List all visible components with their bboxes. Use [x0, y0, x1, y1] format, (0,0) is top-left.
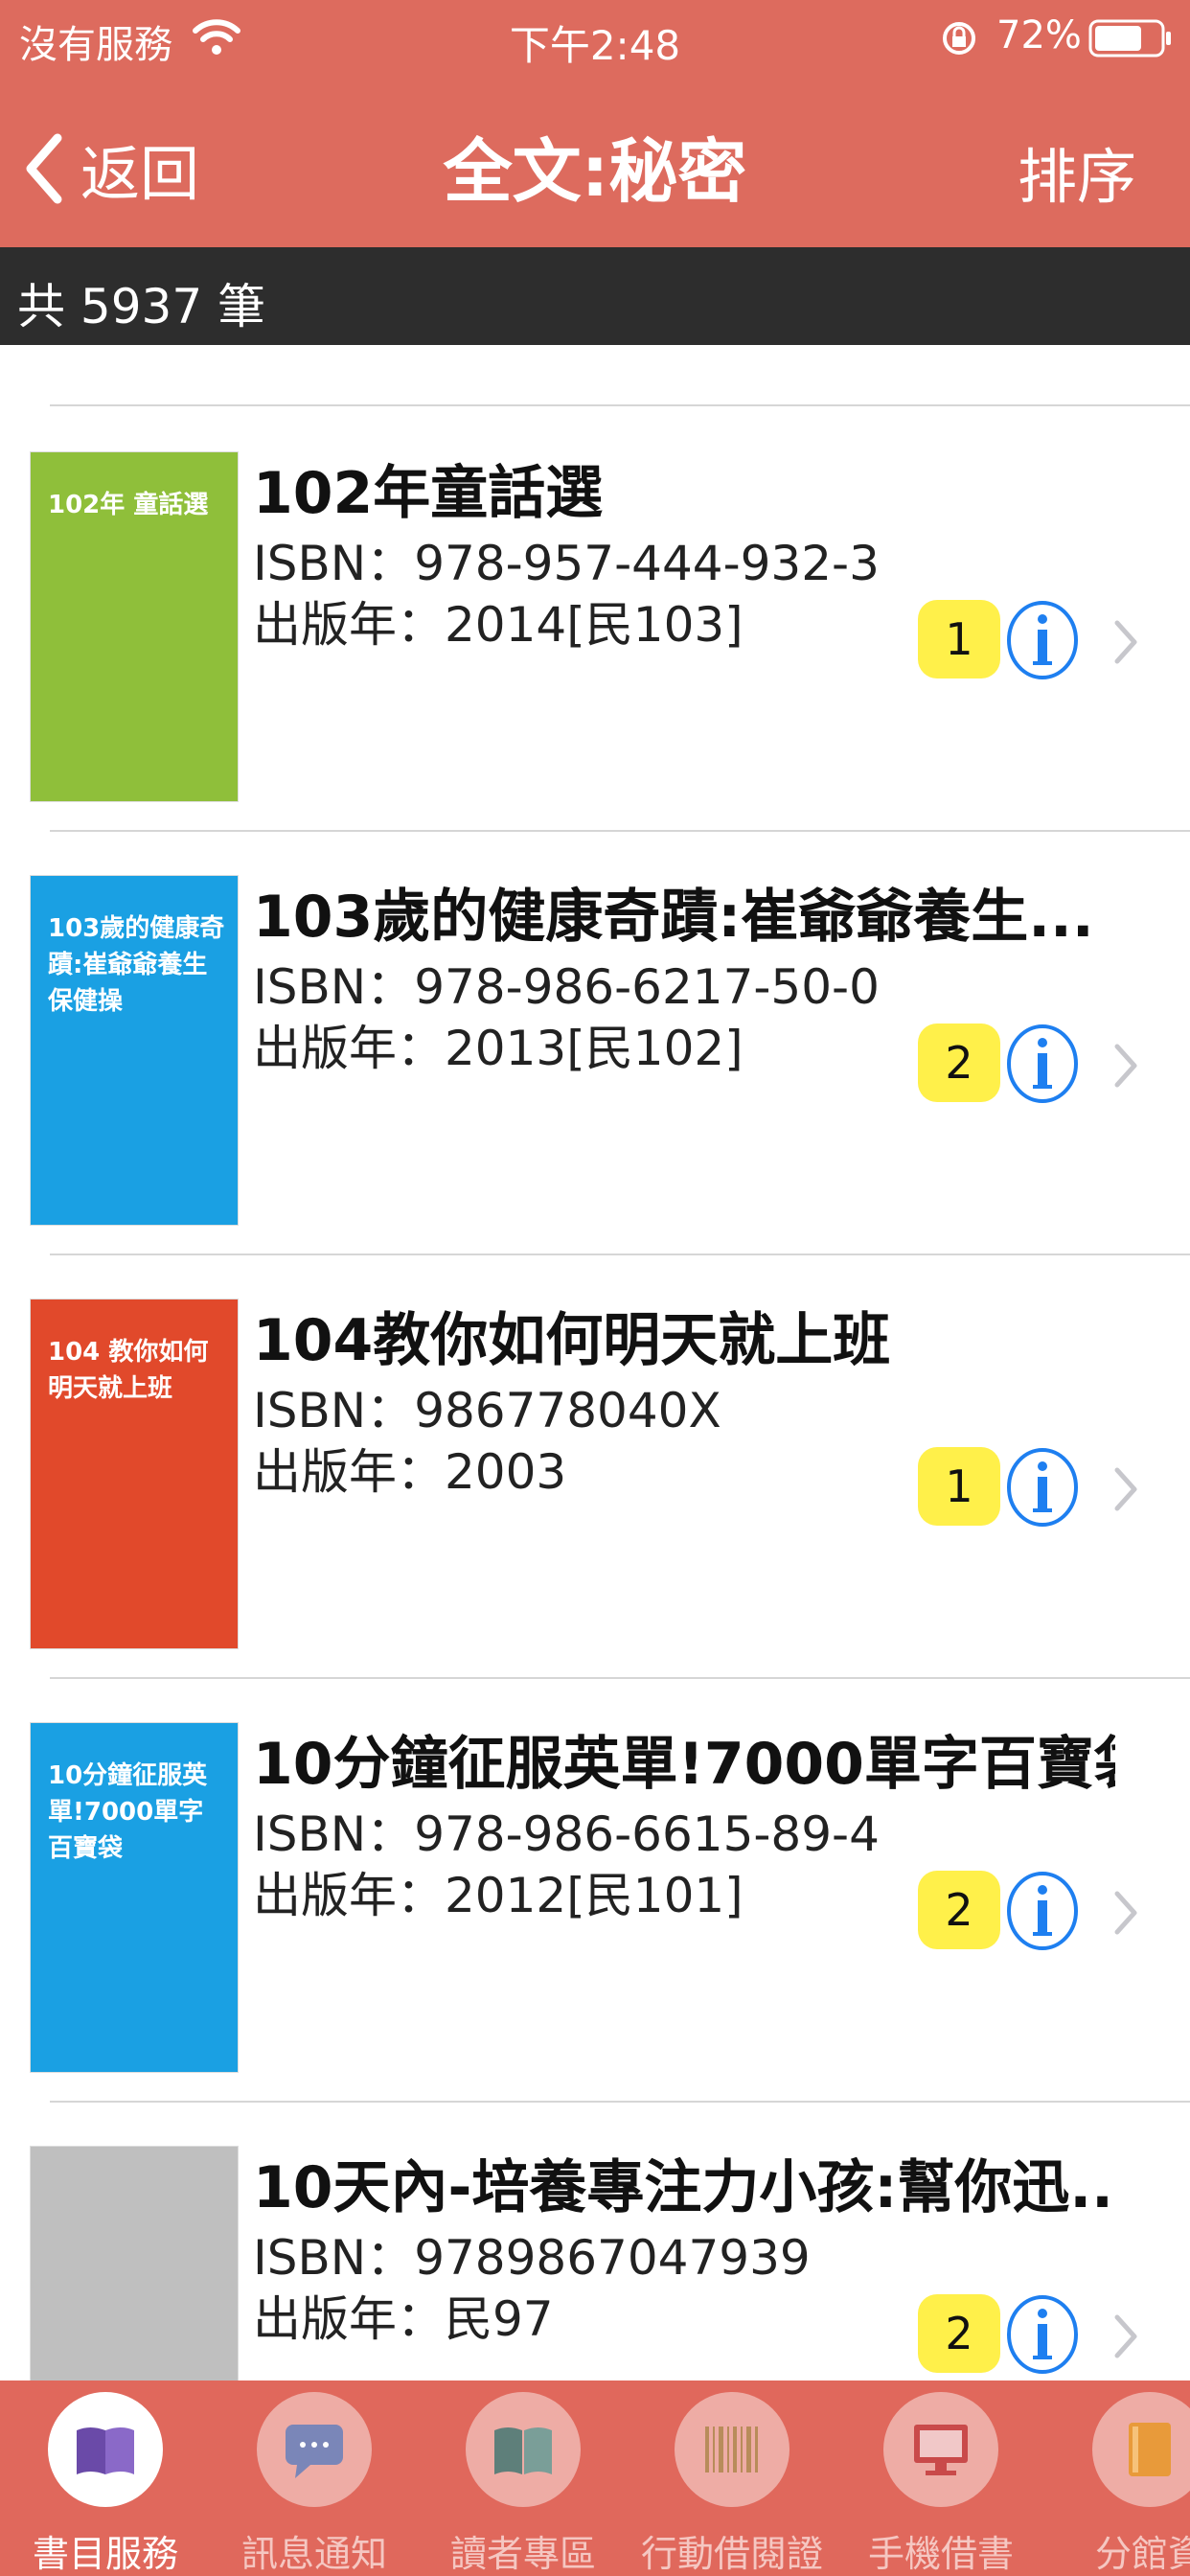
info-icon[interactable]: [1004, 1869, 1081, 1953]
book-cover: 104 教你如何 明天就上班: [31, 1300, 238, 1648]
chevron-right-icon: [1114, 1891, 1137, 1935]
open-book-icon: [494, 2427, 552, 2474]
book-isbn: ISBN：978-986-6217-50-0: [253, 959, 880, 1015]
book-isbn: ISBN：978-986-6615-89-4: [253, 1806, 880, 1862]
book-row[interactable]: 104 教你如何 明天就上班 104教你如何明天就上班 ISBN：9867780…: [0, 1254, 1190, 1677]
chevron-right-icon: [1114, 2314, 1137, 2358]
book-row[interactable]: 10分鐘征服英單!7000單字百寶袋 10分鐘征服英單!7000單字百寶袋 IS…: [0, 1677, 1190, 2101]
holdings-count-badge: 1: [918, 1447, 1000, 1526]
tab-icon-circle: [466, 2392, 581, 2507]
tab-monitor[interactable]: 手機借書: [835, 2380, 1046, 2576]
book-row[interactable]: 102年 童話選 102年童話選 ISBN：978-957-444-932-3 …: [0, 406, 1190, 830]
book-isbn: ISBN：9789867047939: [253, 2230, 811, 2286]
book-title: 10天內-培養專注力小孩:幫你迅...: [253, 2154, 1115, 2221]
screen: 沒有服務 下午2:48 72% 返回 全文:秘密 排序 共 5937 筆 102…: [0, 0, 1190, 2576]
holdings-count-badge: 2: [918, 1871, 1000, 1949]
tab-icon-circle: [257, 2392, 372, 2507]
tab-barcode[interactable]: 行動借閱證: [627, 2380, 837, 2576]
tab-icon-circle: [675, 2392, 790, 2507]
tab-message[interactable]: 訊息通知: [209, 2380, 420, 2576]
chevron-right-icon: [1114, 1467, 1137, 1511]
chevron-right-icon: [1114, 1044, 1137, 1088]
cover-text: 103歲的健康奇蹟:崔爺爺養生保健操: [48, 914, 225, 1016]
book-icon: [77, 2427, 134, 2474]
info-icon[interactable]: [1004, 598, 1081, 682]
book-cover: 102年 童話選: [31, 452, 238, 801]
tab-icon-circle: [883, 2392, 998, 2507]
battery-percent: 72%: [996, 13, 1082, 58]
orientation-lock-icon: [943, 22, 975, 55]
info-icon[interactable]: [1004, 1445, 1081, 1530]
holdings-count-badge: 1: [918, 600, 1000, 678]
info-icon[interactable]: [1004, 2292, 1081, 2377]
branch-book-icon: [1129, 2423, 1171, 2476]
book-title: 103歲的健康奇蹟:崔爺爺養生...: [253, 884, 1094, 951]
header: 沒有服務 下午2:48 72% 返回 全文:秘密 排序: [0, 0, 1190, 247]
tab-book[interactable]: 書目服務: [0, 2380, 211, 2576]
monitor-icon: [914, 2425, 968, 2475]
result-count-bar: 共 5937 筆: [0, 247, 1190, 345]
cover-text: 104 教你如何 明天就上班: [48, 1338, 209, 1403]
holdings-count-badge: 2: [918, 1024, 1000, 1102]
tab-label: 書目服務: [32, 2533, 178, 2575]
book-title: 102年童話選: [253, 460, 604, 527]
book-cover: 10分鐘征服英單!7000單字百寶袋: [31, 1723, 238, 2072]
cover-text: 10分鐘征服英單!7000單字百寶袋: [48, 1761, 208, 1863]
book-cover: 103歲的健康奇蹟:崔爺爺養生保健操: [31, 876, 238, 1225]
result-count: 共 5937 筆: [17, 279, 266, 334]
tab-label: 讀者專區: [449, 2533, 596, 2575]
book-title: 10分鐘征服英單!7000單字百寶袋: [253, 1731, 1115, 1798]
tab-label: 行動借閱證: [640, 2533, 823, 2575]
tab-label: 手機借書: [867, 2533, 1014, 2575]
holdings-count-badge: 2: [918, 2294, 1000, 2373]
tab-label: 訊息通知: [240, 2533, 387, 2575]
tab-label: 分館資: [1094, 2533, 1190, 2575]
book-row[interactable]: 103歲的健康奇蹟:崔爺爺養生保健操 103歲的健康奇蹟:崔爺爺養生... IS…: [0, 830, 1190, 1254]
tab-open-book[interactable]: 讀者專區: [418, 2380, 629, 2576]
message-icon: [286, 2425, 343, 2478]
sort-button[interactable]: 排序: [1018, 128, 1136, 215]
book-isbn: ISBN：986778040X: [253, 1383, 721, 1438]
tab-bar: 書目服務 訊息通知 讀者專區 行動借閱證 手機借書 分館資: [0, 2380, 1190, 2576]
tab-icon-circle: [48, 2392, 163, 2507]
tab-branch-book[interactable]: 分館資: [1044, 2380, 1190, 2576]
barcode-icon: [705, 2426, 758, 2472]
page-title: 全文:秘密: [443, 131, 747, 212]
book-title: 104教你如何明天就上班: [253, 1307, 891, 1374]
navigation-bar: 返回 全文:秘密 排序: [0, 92, 1190, 236]
cover-text: 102年 童話選: [48, 491, 209, 519]
status-bar: 沒有服務 下午2:48 72%: [0, 0, 1190, 80]
tab-icon-circle: [1092, 2392, 1190, 2507]
chevron-right-icon: [1114, 620, 1137, 664]
battery-icon: [1088, 19, 1171, 58]
book-isbn: ISBN：978-957-444-932-3: [253, 536, 880, 591]
info-icon[interactable]: [1004, 1022, 1081, 1106]
